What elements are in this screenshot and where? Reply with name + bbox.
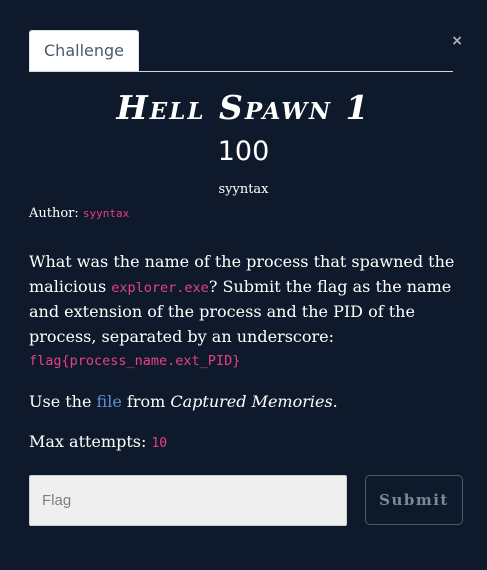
tab-bar: Challenge [29,30,453,72]
author-code: syyntax [82,207,130,220]
challenge-points: 100 [217,136,270,167]
attempts-value: 10 [151,436,168,451]
use-prefix: Use the [29,392,97,411]
challenge-description: Author: syyntax What was the name of the… [29,204,465,456]
source-name: Captured Memories [170,392,333,411]
use-file-line: Use the file from Captured Memories. [29,390,465,414]
tab-challenge[interactable]: Challenge [29,30,139,71]
flag-format-code: flag{process_name.ext_PID} [29,353,241,369]
question-text: What was the name of the process that sp… [29,250,465,372]
challenge-title: Hell Spawn 1 [116,88,371,127]
attempts-label: Max attempts: [29,432,147,451]
author-line: Author: syyntax [29,204,465,224]
max-attempts: Max attempts: 10 [29,430,465,456]
close-icon[interactable]: × [451,34,463,48]
challenge-author: syyntax [218,182,269,197]
author-label: Author: [29,206,79,221]
process-code: explorer.exe [111,279,209,296]
flag-input[interactable] [29,475,347,526]
file-link[interactable]: file [97,392,122,411]
submit-button[interactable]: Submit [365,475,463,525]
use-middle: from [121,392,171,411]
use-suffix: . [332,392,338,411]
